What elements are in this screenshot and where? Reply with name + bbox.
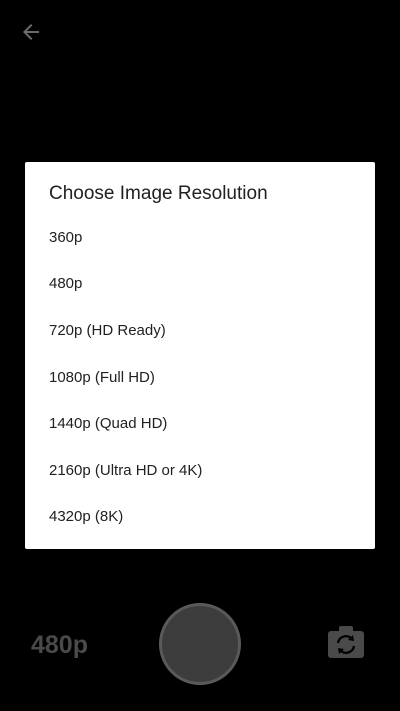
current-resolution-label[interactable]: 480p — [31, 631, 88, 659]
dialog-title: Choose Image Resolution — [49, 183, 268, 204]
shutter-button[interactable] — [159, 603, 241, 685]
option-360p[interactable]: 360p — [25, 214, 375, 261]
option-1080p[interactable]: 1080p (Full HD) — [25, 354, 375, 401]
option-1440p[interactable]: 1440p (Quad HD) — [25, 400, 375, 447]
resolution-options-list: 360p 480p 720p (HD Ready) 1080p (Full HD… — [25, 214, 375, 540]
back-button[interactable] — [14, 16, 48, 48]
arrow-left-icon — [23, 24, 39, 40]
switch-camera-button[interactable] — [326, 624, 366, 660]
option-480p[interactable]: 480p — [25, 261, 375, 308]
option-4320p[interactable]: 4320p (8K) — [25, 494, 375, 541]
resolution-dialog: Choose Image Resolution 360p 480p 720p (… — [25, 162, 375, 549]
option-2160p[interactable]: 2160p (Ultra HD or 4K) — [25, 447, 375, 494]
camera-switch-icon — [328, 626, 364, 658]
camera-controls: 480p — [0, 600, 400, 690]
option-720p[interactable]: 720p (HD Ready) — [25, 307, 375, 354]
camera-screen: Choose Image Resolution 360p 480p 720p (… — [0, 0, 400, 711]
